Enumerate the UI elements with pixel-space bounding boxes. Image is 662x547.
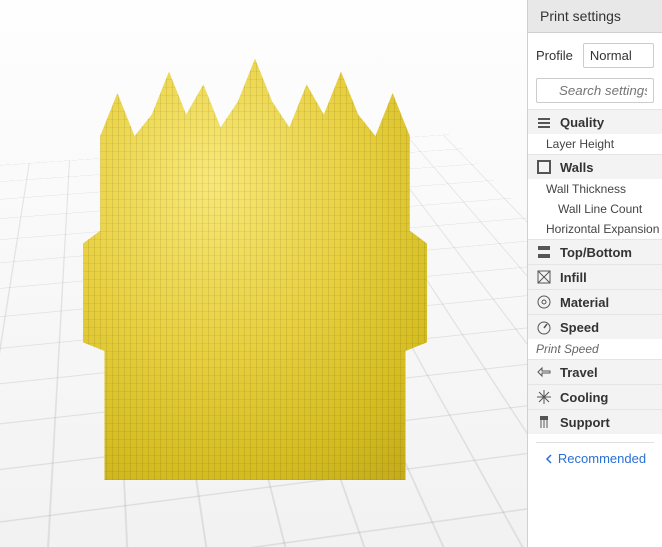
setting-layer-height[interactable]: Layer Height — [528, 134, 662, 154]
section-label: Material — [560, 295, 609, 310]
panel-title: Print settings — [528, 0, 662, 33]
section-cooling[interactable]: Cooling — [528, 384, 662, 409]
section-quality[interactable]: Quality — [528, 109, 662, 134]
profile-row: Profile Normal — [528, 33, 662, 78]
material-icon — [536, 294, 552, 310]
top-bottom-icon — [536, 244, 552, 260]
section-label: Infill — [560, 270, 587, 285]
section-walls[interactable]: Walls — [528, 154, 662, 179]
profile-label: Profile — [536, 48, 573, 63]
section-label: Cooling — [560, 390, 608, 405]
3d-model-preview[interactable] — [40, 50, 470, 480]
setting-print-speed[interactable]: Print Speed — [528, 339, 662, 359]
section-label: Walls — [560, 160, 593, 175]
walls-icon — [536, 159, 552, 175]
speed-icon — [536, 319, 552, 335]
print-settings-panel: Print settings Profile Normal Quality La… — [527, 0, 662, 547]
setting-horizontal-expansion[interactable]: Horizontal Expansion — [528, 219, 662, 239]
setting-wall-line-count[interactable]: Wall Line Count — [528, 199, 662, 219]
section-label: Support — [560, 415, 610, 430]
setting-wall-thickness[interactable]: Wall Thickness — [528, 179, 662, 199]
chevron-left-icon — [544, 454, 554, 464]
section-label: Travel — [560, 365, 598, 380]
section-travel[interactable]: Travel — [528, 359, 662, 384]
recommended-button[interactable]: Recommended — [536, 442, 654, 474]
section-material[interactable]: Material — [528, 289, 662, 314]
3d-viewport[interactable] — [0, 0, 527, 547]
section-label: Quality — [560, 115, 604, 130]
quality-icon — [536, 114, 552, 130]
cooling-icon — [536, 389, 552, 405]
travel-icon — [536, 364, 552, 380]
support-icon — [536, 414, 552, 430]
section-support[interactable]: Support — [528, 409, 662, 434]
search-input[interactable] — [536, 78, 654, 103]
section-label: Top/Bottom — [560, 245, 632, 260]
section-speed[interactable]: Speed — [528, 314, 662, 339]
section-top-bottom[interactable]: Top/Bottom — [528, 239, 662, 264]
infill-icon — [536, 269, 552, 285]
profile-select[interactable]: Normal — [583, 43, 654, 68]
section-label: Speed — [560, 320, 599, 335]
section-infill[interactable]: Infill — [528, 264, 662, 289]
recommended-label: Recommended — [558, 451, 646, 466]
